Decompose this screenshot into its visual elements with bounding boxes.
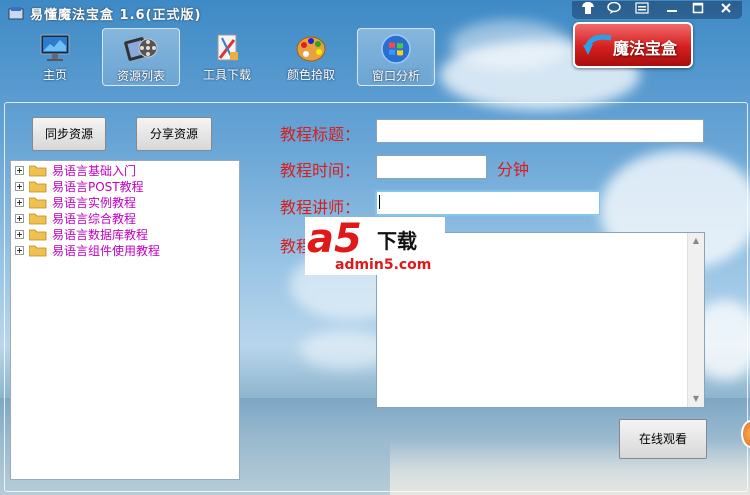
expand-icon[interactable] [15,230,24,239]
folder-icon [28,164,47,177]
watch-online-button[interactable]: 在线观看 [619,419,707,459]
toolbar-color-picker-label: 颜色拾取 [286,68,335,82]
folder-icon [28,212,47,225]
vertical-scrollbar[interactable]: ▲ ▼ [687,233,704,407]
curved-arrow-icon [581,32,615,58]
resource-tree[interactable]: 易语言基础入门 易语言POST教程 易语言实例教程 易语言综合教程 易语言数据库… [10,160,240,480]
toolbar-resource-list[interactable]: 资源列表 [102,28,180,86]
a5-watermark: a5 下载 admin5.com [305,217,445,275]
toolbar-home[interactable]: 主页 [16,28,94,86]
sync-resources-button[interactable]: 同步资源 [32,117,106,151]
folder-icon [28,244,47,257]
watermark-suffix: 下载 [377,229,417,253]
toolbar-home-label: 主页 [42,68,67,82]
tree-item-label: 易语言基础入门 [52,164,137,178]
brand-label: 魔法宝盒 [613,39,678,58]
folder-icon [28,180,47,193]
close-icon[interactable] [716,2,736,18]
expand-icon[interactable] [15,198,24,207]
menu-icon[interactable] [632,2,652,18]
shirt-icon[interactable] [578,2,598,18]
palette-icon [294,32,328,64]
window-controls [572,1,742,19]
maximize-icon[interactable] [688,2,708,18]
folder-icon [28,196,47,209]
tutorial-teacher-input[interactable] [376,191,600,215]
expand-icon[interactable] [15,214,24,223]
expand-icon[interactable] [15,182,24,191]
windows-orb-icon [379,33,413,65]
minimize-icon[interactable] [662,2,682,18]
magic-box-brand-button[interactable]: 魔法宝盒 [573,22,693,68]
tutorial-title-label: 教程标题： [280,125,361,144]
expand-icon[interactable] [15,166,24,175]
text-caret [379,195,380,209]
toolbar-tools-download-label: 工具下载 [202,68,251,82]
scroll-up-icon[interactable]: ▲ [688,233,704,249]
tutorial-teacher-label: 教程讲师： [280,198,361,217]
toolbar-color-picker[interactable]: 颜色拾取 [272,28,350,86]
toolbar-resource-list-label: 资源列表 [116,69,165,83]
tree-item-label: 易语言组件使用教程 [52,244,161,258]
scroll-down-icon[interactable]: ▼ [688,391,704,407]
window-title: 易懂魔法宝盒 1.6(正式版) [30,8,202,23]
chat-icon[interactable] [604,1,624,18]
time-unit-label: 分钟 [497,160,530,179]
tree-item-label: 易语言实例教程 [52,196,137,210]
share-resources-button[interactable]: 分享资源 [136,117,212,151]
tutorial-title-input[interactable] [376,119,704,143]
tutorial-time-input[interactable] [376,155,487,179]
tools-icon [210,32,244,64]
toolbar-window-analysis[interactable]: 窗口分析 [357,28,435,86]
tree-item-label: 易语言数据库教程 [52,228,149,242]
toolbar-tools-download[interactable]: 工具下载 [188,28,266,86]
watermark-brand: a5 [307,216,362,262]
toolbar-window-analysis-label: 窗口分析 [371,69,420,83]
film-reel-icon [124,33,158,65]
monitor-icon [38,32,72,64]
tree-item-label: 易语言POST教程 [52,180,144,194]
tutorial-time-label: 教程时间： [280,161,361,180]
folder-icon [28,228,47,241]
app-icon [8,6,24,20]
tree-item-label: 易语言综合教程 [52,212,137,226]
expand-icon[interactable] [15,246,24,255]
watermark-url: admin5.com [335,257,432,273]
